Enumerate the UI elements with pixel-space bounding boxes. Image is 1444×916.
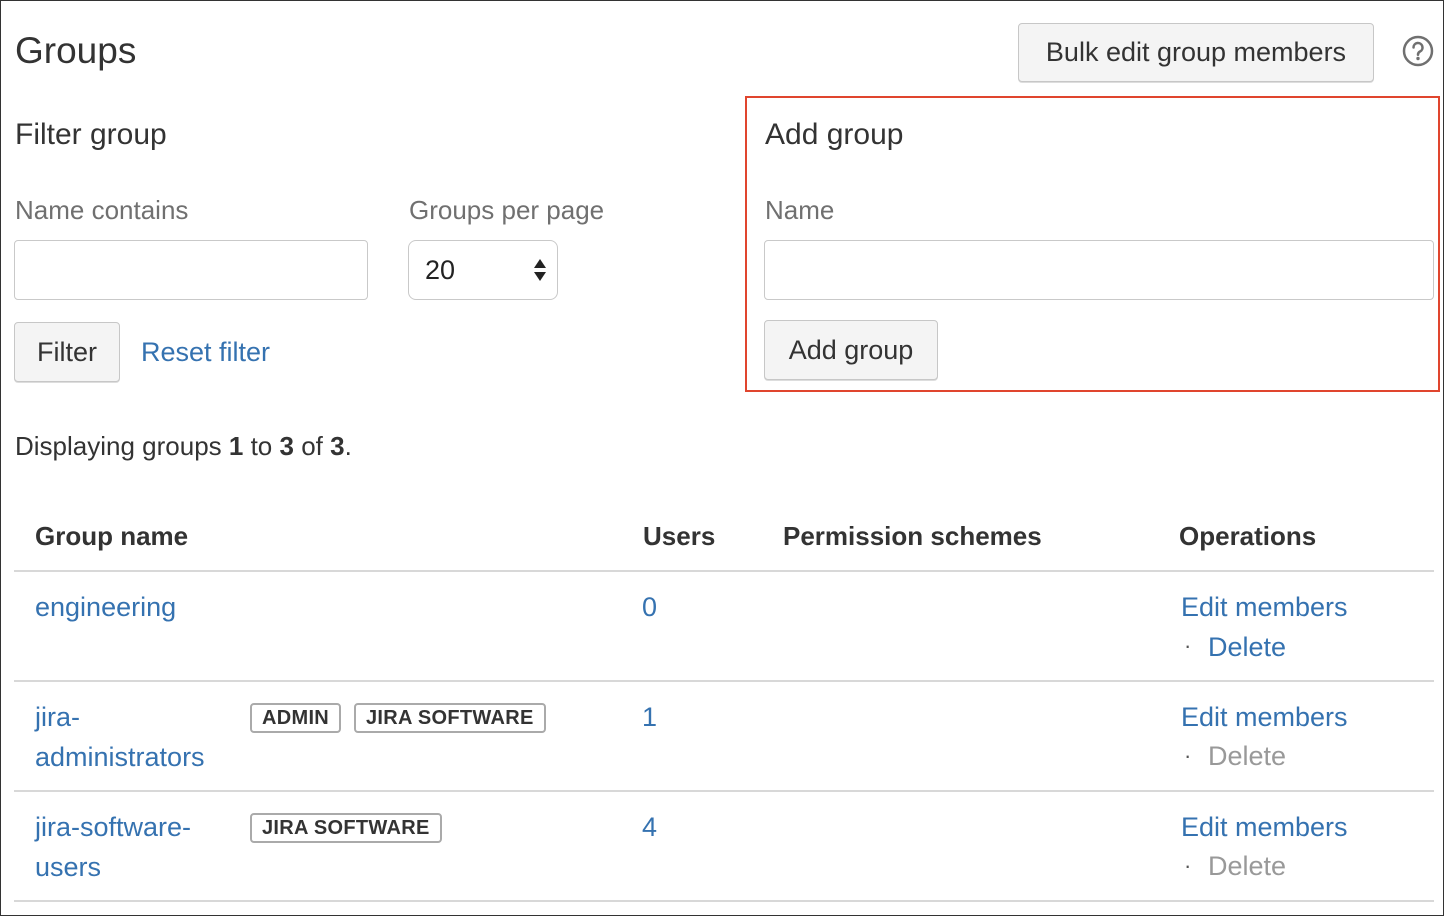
users-count-link[interactable]: 1 <box>642 697 657 737</box>
jira-software-badge: JIRA SOFTWARE <box>250 813 442 843</box>
groups-per-page-value: 20 <box>425 255 456 285</box>
add-group-name-input[interactable] <box>764 240 1434 300</box>
name-contains-label: Name contains <box>15 195 189 225</box>
delete-disabled: Delete <box>1208 851 1287 881</box>
delete-link[interactable]: Delete <box>1208 627 1286 667</box>
separator-dot: · <box>1184 853 1192 878</box>
users-count-link[interactable]: 0 <box>642 587 657 627</box>
group-name-link-engineering[interactable]: engineering <box>35 587 176 627</box>
column-header-group-name: Group name <box>35 521 189 551</box>
filter-group-title: Filter group <box>15 118 167 151</box>
name-contains-input[interactable] <box>14 240 368 300</box>
displaying-groups-text: Displaying groups 1 to 3 of 3. <box>15 431 352 461</box>
groups-per-page-label: Groups per page <box>409 195 605 225</box>
group-name-link-jira-administrators[interactable]: jira- administrators <box>35 697 205 777</box>
help-icon[interactable] <box>1402 35 1434 67</box>
column-header-permission-schemes: Permission schemes <box>783 521 1042 551</box>
users-count-link[interactable]: 4 <box>642 807 657 847</box>
column-header-operations: Operations <box>1179 521 1317 551</box>
edit-members-link[interactable]: Edit members <box>1181 807 1348 847</box>
add-group-title: Add group <box>765 118 904 151</box>
page-title: Groups <box>15 30 137 71</box>
admin-badge: ADMIN <box>250 703 342 733</box>
up-down-arrows-icon <box>533 256 547 284</box>
jira-software-badge: JIRA SOFTWARE <box>354 703 546 733</box>
group-name-link-jira-software-users[interactable]: jira-software- users <box>35 807 191 887</box>
add-group-name-label: Name <box>765 195 835 225</box>
add-group-button[interactable]: Add group <box>764 320 938 380</box>
reset-filter-link[interactable]: Reset filter <box>141 337 270 368</box>
groups-per-page-select[interactable]: 20 <box>408 240 558 300</box>
row-divider <box>14 680 1434 682</box>
separator-dot: · <box>1184 633 1192 658</box>
delete-disabled: Delete <box>1208 741 1287 771</box>
edit-members-link[interactable]: Edit members <box>1181 587 1348 627</box>
separator-dot: · <box>1184 743 1192 768</box>
edit-members-link[interactable]: Edit members <box>1181 697 1348 737</box>
row-divider <box>14 790 1434 792</box>
row-divider <box>14 900 1434 902</box>
table-header-divider <box>14 570 1434 572</box>
filter-button[interactable]: Filter <box>14 322 120 382</box>
column-header-users: Users <box>643 521 716 551</box>
bulk-edit-group-members-button[interactable]: Bulk edit group members <box>1018 23 1374 82</box>
